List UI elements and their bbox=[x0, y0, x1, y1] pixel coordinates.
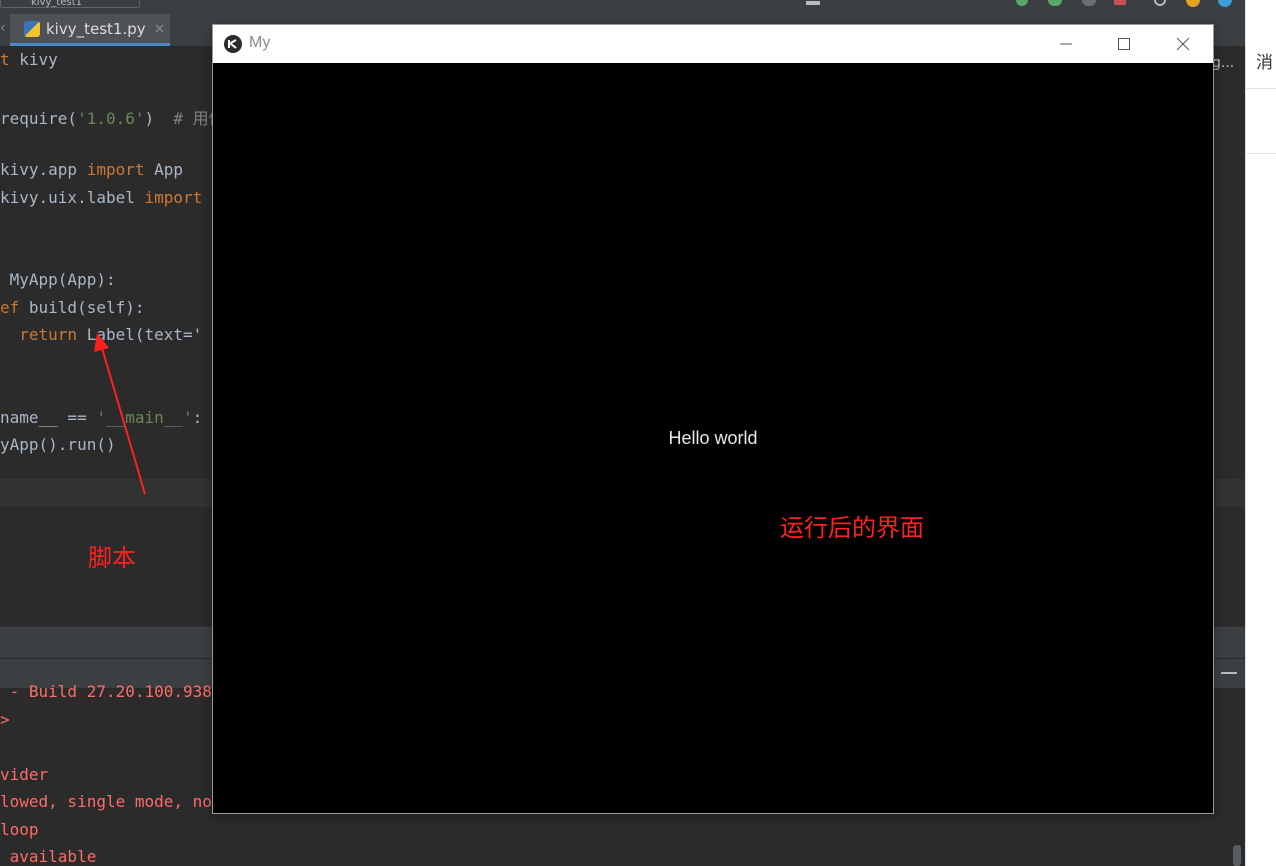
console-line: > bbox=[0, 709, 10, 729]
code-token: t bbox=[0, 50, 20, 69]
toolbar-icon-user[interactable] bbox=[806, 1, 820, 5]
code-token: : bbox=[192, 407, 203, 427]
divider bbox=[1245, 88, 1276, 89]
kivy-canvas[interactable]: Hello world bbox=[213, 63, 1213, 813]
code-token: kivy.uix.label bbox=[0, 187, 145, 207]
code-token: name__ == bbox=[0, 407, 97, 427]
code-token: '1.0.6' bbox=[77, 109, 145, 128]
code-token: import bbox=[144, 187, 203, 207]
code-token: ef bbox=[0, 297, 20, 317]
python-file-icon bbox=[24, 20, 40, 37]
code-line: MyApp(App): bbox=[0, 270, 116, 289]
code-token: import bbox=[86, 160, 145, 179]
console-line: lowed, single mode, no bbox=[0, 792, 212, 811]
kivy-app-window[interactable]: My Hello world bbox=[213, 25, 1213, 813]
code-line: ef build(self): bbox=[0, 298, 145, 317]
console-line: available bbox=[0, 847, 97, 866]
code-line: yApp().run() bbox=[0, 435, 116, 454]
annotation-script-label: 脚本 bbox=[88, 544, 136, 572]
notification-icon[interactable] bbox=[1186, 0, 1200, 7]
minimize-panel-icon[interactable] bbox=[1221, 672, 1237, 674]
divider bbox=[1245, 153, 1276, 154]
code-token: App bbox=[144, 160, 184, 179]
update-icon[interactable] bbox=[1218, 0, 1232, 7]
window-title: My bbox=[249, 34, 271, 51]
maximize-button[interactable] bbox=[1095, 25, 1153, 63]
kivy-logo-icon bbox=[224, 35, 242, 53]
console-line: loop bbox=[0, 819, 39, 839]
truncated-hint: g... bbox=[1212, 55, 1235, 71]
code-line: name__ == '__main__': bbox=[0, 408, 202, 427]
code-token: Label(text=' bbox=[77, 325, 203, 344]
code-token: yApp().run() bbox=[0, 435, 116, 454]
coverage-icon[interactable] bbox=[1082, 0, 1096, 6]
run-configuration-dropdown[interactable]: kivy_test1 bbox=[0, 0, 140, 8]
tab-scroll-left-icon[interactable]: ‹ bbox=[0, 20, 6, 36]
minimize-button[interactable] bbox=[1037, 25, 1095, 63]
console-line: - Build 27.20.100.938 bbox=[0, 682, 212, 701]
code-line: kivy.app import App bbox=[0, 160, 183, 179]
code-token: build(self): bbox=[19, 297, 145, 317]
code-token: MyApp(App): bbox=[0, 270, 116, 289]
code-token: kivy bbox=[19, 50, 58, 69]
code-line: require('1.0.6') # 用你 bbox=[0, 105, 225, 129]
minimize-icon bbox=[1060, 43, 1072, 45]
close-icon[interactable]: × bbox=[154, 21, 166, 37]
console-scrollbar[interactable] bbox=[1233, 845, 1241, 866]
tab-kivy-test1[interactable]: kivy_test1.py × bbox=[10, 14, 170, 46]
close-icon bbox=[1176, 37, 1190, 51]
code-line: t kivy bbox=[0, 50, 58, 69]
annotation-ui-label: 运行后的界面 bbox=[780, 514, 924, 542]
window-titlebar[interactable]: My bbox=[213, 25, 1213, 63]
background-window-text: 消 bbox=[1256, 53, 1273, 73]
code-line: kivy.uix.label import bbox=[0, 188, 202, 207]
console-line: vider bbox=[0, 764, 49, 784]
code-token: kivy.app bbox=[0, 160, 87, 179]
maximize-icon bbox=[1118, 38, 1130, 50]
code-line: return Label(text=' bbox=[0, 325, 202, 344]
stop-icon[interactable] bbox=[1114, 0, 1126, 5]
background-window-strip bbox=[1245, 0, 1276, 866]
code-token: '__main__' bbox=[96, 407, 193, 427]
run-icon[interactable] bbox=[1016, 0, 1028, 6]
tab-filename: kivy_test1.py bbox=[46, 19, 146, 38]
code-token: ) bbox=[144, 109, 174, 128]
code-token: require( bbox=[0, 109, 78, 128]
search-icon[interactable] bbox=[1154, 0, 1166, 6]
hello-label: Hello world bbox=[668, 428, 758, 448]
close-button[interactable] bbox=[1154, 25, 1212, 63]
code-token: return bbox=[19, 325, 78, 344]
debug-icon[interactable] bbox=[1048, 0, 1062, 6]
